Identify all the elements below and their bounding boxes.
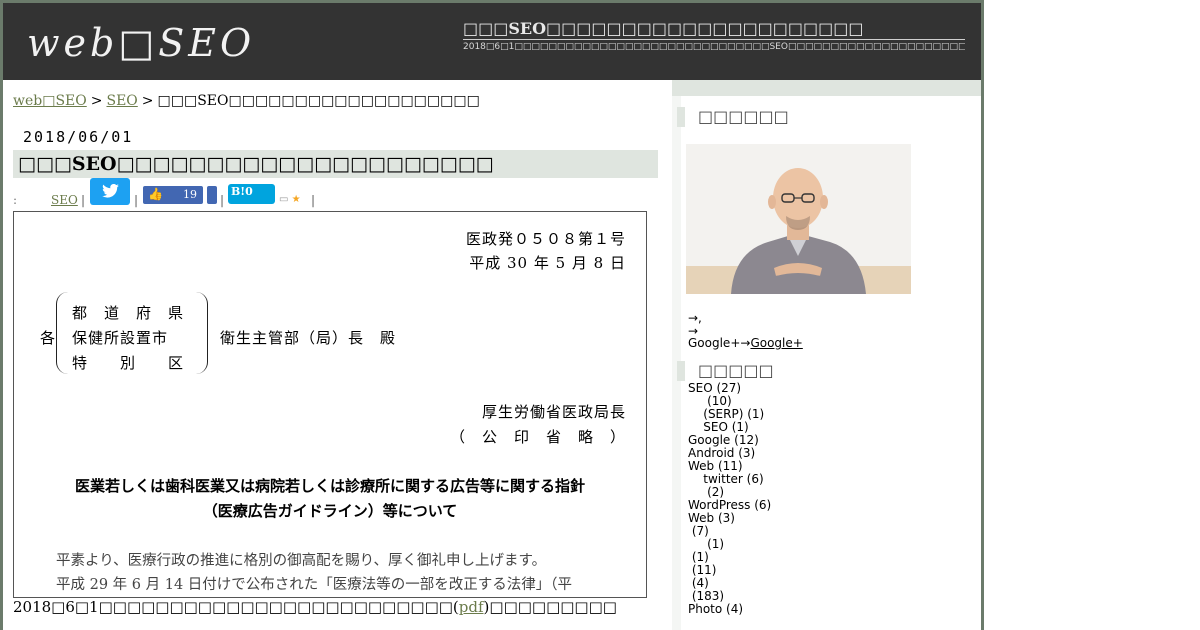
twitter-bird-icon — [102, 184, 119, 198]
meta-divider: | — [134, 193, 139, 207]
page: web□SEO □□□SEO□□□□□□□□□□□□□□□□□□□□□ 2018… — [0, 0, 984, 630]
doc-number: 医政発０５０８第１号 — [465, 230, 626, 248]
doc-address-line: 保健所設置市 — [72, 329, 169, 347]
header-description: 2018□6□1□□□□□□□□□□□□□□□□□□□□□□□□□□□□□□SE… — [463, 42, 965, 52]
breadcrumb-category-link[interactable]: SEO — [106, 93, 137, 109]
doc-subject-line: （医療広告ガイドライン）等について — [202, 502, 458, 520]
meta-category-link[interactable]: SEO — [51, 193, 78, 207]
site-logo[interactable]: web□SEO — [27, 21, 255, 65]
star-icon[interactable]: ★ — [292, 194, 301, 205]
breadcrumb-current: □□□SEO□□□□□□□□□□□□□□□□□□□ — [157, 93, 480, 109]
post-title: □□□SEO□□□□□□□□□□□□□□□□□□□□□ — [13, 150, 658, 178]
post-text-post: )□□□□□□□□□ — [483, 598, 617, 616]
meta-colon: : — [13, 193, 18, 207]
google-plus-link[interactable]: Google+ — [750, 336, 802, 350]
doc-address-line: 都 道 府 県 — [72, 304, 185, 322]
google-text: Google+→ — [688, 336, 751, 350]
profile-photo-image — [686, 144, 911, 294]
sidebar: □□□□□□ →, → Google+→Google+ □□□□□ SEO (2… — [672, 80, 984, 630]
pdf-link[interactable]: pdf — [459, 598, 484, 616]
profile-heading: □□□□□□ — [677, 107, 977, 127]
main-content: web□SEO > SEO > □□□SEO□□□□□□□□□□□□□□□□□□□ 20… — [0, 80, 672, 630]
breadcrumb-home-link[interactable]: web□SEO — [13, 93, 87, 109]
category-item[interactable]: Photo (4) — [688, 603, 771, 616]
post-text-pre: 2018□6□1□□□□□□□□□□□□□□□□□□□□□□□□□( — [13, 598, 459, 616]
sidebar-top-band — [672, 80, 981, 96]
doc-addressee: 衛生主管部（局）長 殿 — [220, 329, 397, 347]
facebook-share-tab[interactable] — [207, 186, 217, 204]
profile-google-line: Google+→Google+ — [688, 337, 803, 350]
thumbs-up-icon: 👍 — [148, 187, 163, 201]
twitter-share-button[interactable] — [90, 178, 130, 205]
header-info: □□□SEO□□□□□□□□□□□□□□□□□□□□□ 2018□6□1□□□□… — [463, 19, 965, 64]
post-date: 2018/06/01 — [23, 128, 134, 146]
breadcrumb-separator: > — [141, 93, 154, 109]
breadcrumb: web□SEO > SEO > □□□SEO□□□□□□□□□□□□□□□□□□□ — [13, 93, 480, 109]
doc-subject-line: 医業若しくは歯科医業又は病院若しくは診療所に関する広告等に関する指針 — [74, 477, 585, 495]
hatena-bookmark-label: B!0 — [231, 185, 253, 198]
doc-sender: 厚生労働省医政局長 — [481, 403, 626, 421]
doc-seal: （ 公 印 省 略 ） — [449, 428, 626, 446]
post-meta: : SEO | | 👍 19 | B!0 ▭ ★ | — [13, 178, 663, 208]
category-list: SEO (27) (10) (SERP) (1) SEO (1) Google … — [688, 382, 771, 616]
image-icon[interactable]: ▭ — [279, 194, 288, 205]
doc-body-line: 平素より、医療行政の推進に格別の御高配を賜り、厚く御礼申し上げます。 — [56, 553, 547, 569]
facebook-like-button[interactable]: 👍 19 — [143, 186, 203, 204]
profile-photo — [686, 144, 911, 294]
categories-heading: □□□□□ — [677, 361, 977, 381]
small-icons: ▭ ★ — [279, 194, 301, 205]
doc-address-prefix: 各 — [40, 329, 57, 347]
meta-divider: | — [81, 193, 86, 207]
hatena-bookmark-button[interactable]: B!0 — [228, 184, 275, 204]
doc-date: 平成 30 年 5 月 8 日 — [469, 254, 626, 272]
post-body-text: 2018□6□1□□□□□□□□□□□□□□□□□□□□□□□□□(pdf)□□… — [13, 598, 617, 616]
breadcrumb-separator: > — [90, 93, 103, 109]
doc-address-line: 特 別 区 — [72, 354, 185, 372]
meta-divider: | — [220, 193, 225, 207]
meta-divider: | — [311, 193, 316, 207]
document-image: 医政発０５０８第１号 平成 30 年 5 月 8 日 各 都 道 府 県 保健所… — [13, 211, 647, 598]
facebook-like-count: 19 — [183, 188, 197, 201]
doc-body-line: 平成 29 年 6 月 14 日付けで公布された「医療法等の一部を改正する法律」… — [56, 577, 573, 593]
header-title[interactable]: □□□SEO□□□□□□□□□□□□□□□□□□□□□ — [463, 19, 965, 40]
site-header: web□SEO □□□SEO□□□□□□□□□□□□□□□□□□□□□ 2018… — [0, 0, 984, 80]
